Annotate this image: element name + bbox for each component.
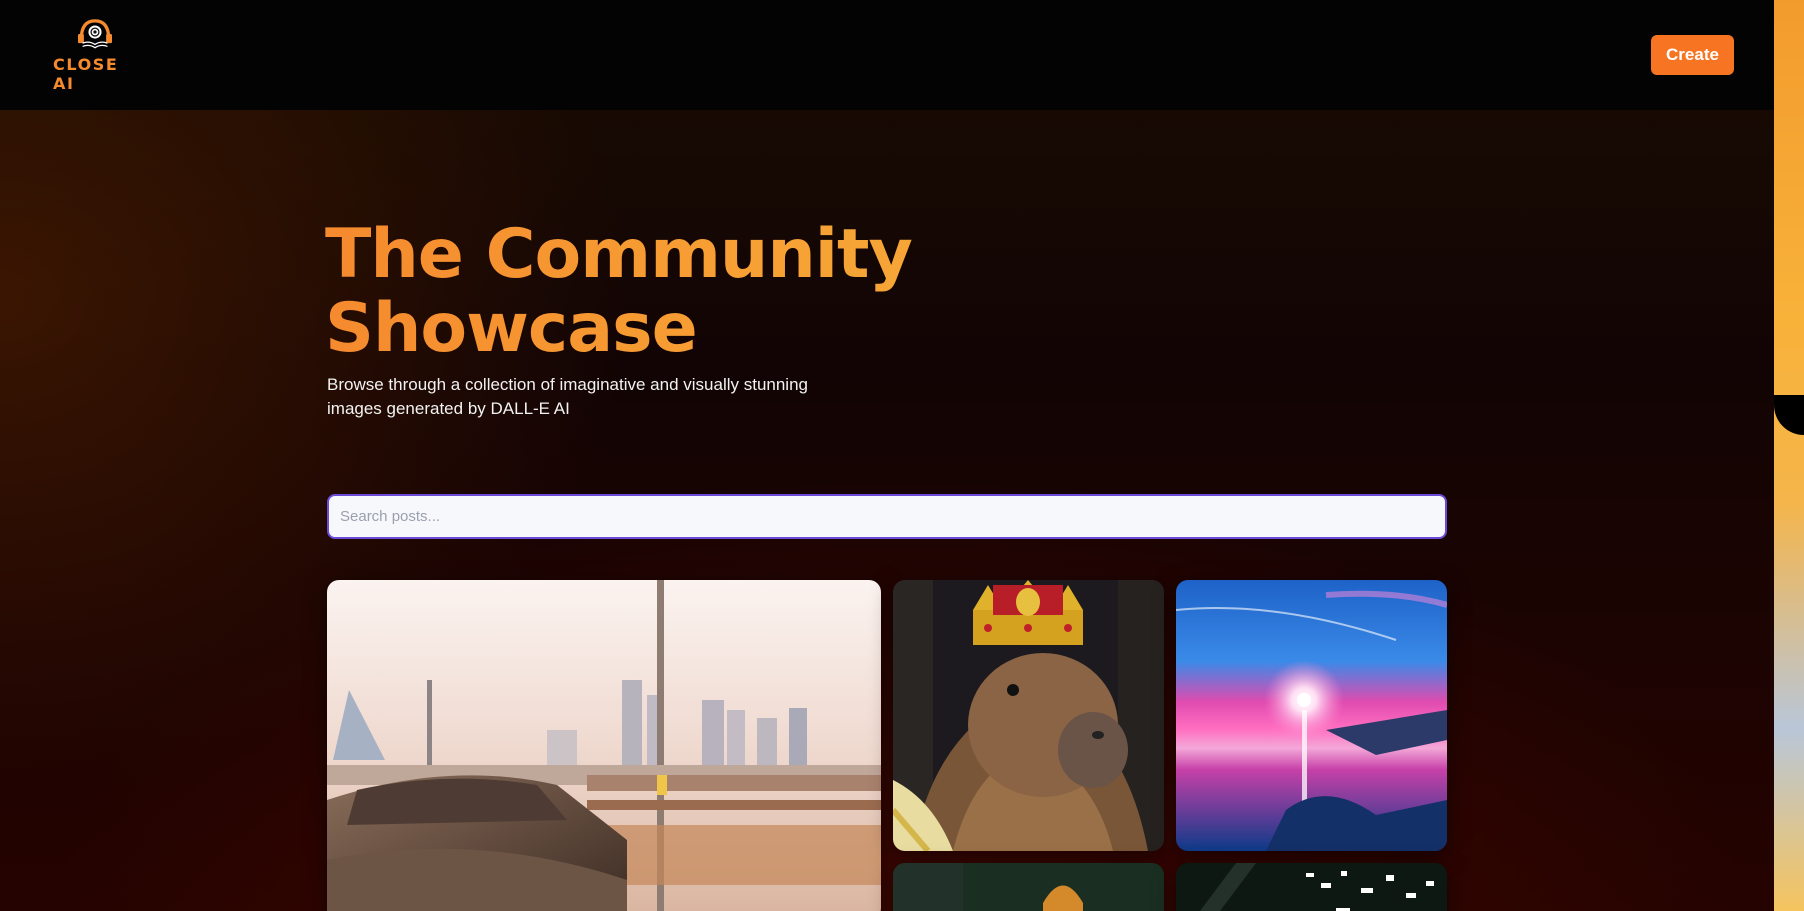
page-title-line2: Showcase (325, 289, 697, 368)
gallery-image-capybara[interactable] (893, 580, 1164, 851)
page-subtitle: Browse through a collection of imaginati… (327, 375, 808, 418)
wallpaper-shadow (1774, 395, 1804, 435)
gallery-image-crown[interactable] (893, 863, 1164, 911)
gallery-image-city[interactable] (1176, 863, 1447, 911)
search-input[interactable] (340, 508, 1445, 525)
create-button[interactable]: Create (1651, 35, 1734, 75)
gallery-image-sunset[interactable] (1176, 580, 1447, 851)
desktop-wallpaper-edge (1774, 0, 1804, 911)
page-background: CLOSE AI Create The Community Showcase B… (0, 0, 1774, 911)
gallery-image-car[interactable] (327, 580, 881, 911)
car-highway-image (327, 580, 881, 911)
logo-text: CLOSE AI (53, 55, 119, 93)
search-field[interactable] (327, 494, 1447, 539)
crowned-animal-image (893, 863, 1164, 911)
page-title-line1: The Community (325, 215, 912, 294)
top-navbar: CLOSE AI Create (0, 0, 1774, 110)
capybara-king-image (893, 580, 1164, 851)
night-city-image (1176, 863, 1447, 911)
page-title: The Community Showcase (325, 218, 1025, 366)
pink-sunset-image (1176, 580, 1447, 851)
logo[interactable]: CLOSE AI (53, 17, 137, 93)
headphone-book-logo-icon (78, 19, 112, 49)
